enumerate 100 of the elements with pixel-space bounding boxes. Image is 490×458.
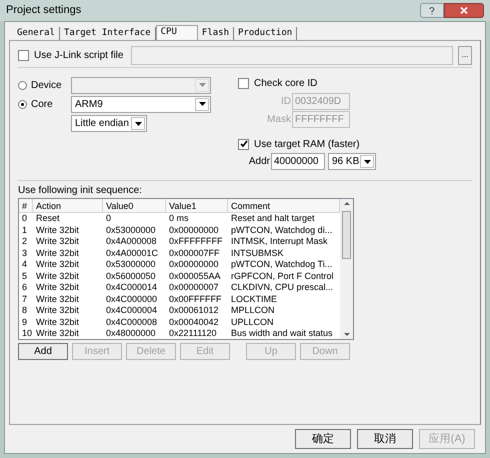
checkbox[interactable] [18,50,29,60]
checkbox-label: Use J-Link script file [34,48,124,62]
checkbox-label: Check core ID [254,76,318,90]
table-cell-text: 0x53000000 [105,259,157,270]
caret-icon [198,102,206,106]
dropdown[interactable]: Little endian [71,115,147,132]
table-cell-text: Write 32bit [35,316,80,328]
tab[interactable]: Flash [198,27,234,40]
table-cell-text: Write 32bit [35,259,80,270]
table-cell-text: 4 [21,259,28,270]
table-cell-text: Bus width and wait status [230,328,334,340]
table-cell-text: 0x4C000000 [105,294,158,305]
script-file-field[interactable] [131,46,453,64]
address-field[interactable]: 40000000 [271,153,325,170]
checkbox[interactable] [238,138,249,150]
table-cell-text: 0x00000000 [168,224,220,236]
vertical-scrollbar[interactable] [340,199,353,339]
table-cell-text: CLKDIVN, CPU prescal... [230,282,334,294]
table-cell-text: 1 [21,224,28,236]
table-cell-text: 7 [21,294,28,305]
table-cell-text: 10 [21,328,33,340]
table-cell-text: 0x48000000 [105,328,157,340]
section-label: Use following init sequence: [18,186,143,196]
table-cell-text: Write 32bit [35,224,80,236]
table-cell-text: 0 [105,213,112,224]
table-cell-text: 8 [21,305,28,316]
tab[interactable]: CPU [156,25,198,40]
radio-button[interactable] [18,100,27,108]
help-button[interactable] [420,3,444,18]
column-header[interactable]: Value1 [166,199,228,212]
table-cell-text: Reset [35,213,61,224]
table-cell-text: INTSUBMSK [230,248,285,259]
table-cell-text: 0x00040042 [168,316,220,328]
table-cell-text: INTMSK, Interrupt Mask [230,236,329,248]
table-cell-text: LOCKTIME [230,294,278,305]
caret-icon [134,122,142,126]
field-label: Addr [248,155,271,169]
push-button[interactable]: Add [18,343,68,360]
table-cell-text: 0x4A00001C [105,248,160,259]
window-title: Project settings [6,3,82,18]
table-cell-text: 9 [21,316,28,328]
column-header[interactable]: Comment [228,199,340,212]
table-cell-text: Write 32bit [35,270,80,282]
table-cell-text: 0x00000007 [168,282,220,294]
table-cell-text: 0x000007FF [168,248,221,259]
push-button[interactable]: 取消 [357,429,413,449]
dropdown[interactable]: 96 KB [328,153,376,170]
column-header[interactable]: Action [33,199,103,212]
table-cell-text: MPLLCON [230,305,276,316]
caret-icon [364,160,370,164]
table-cell-text: pWTCON, Watchdog Ti... [230,259,334,270]
table-cell-text: 0x00061012 [168,305,220,316]
push-button[interactable]: 确定 [295,429,351,449]
field-label: ID [280,94,292,108]
scroll-up-icon [344,202,350,205]
table-cell-text: 0xFFFFFFFF [168,236,224,248]
table-cell-text: 0x00000000 [168,259,220,270]
table-cell-text: Write 32bit [35,282,80,294]
table-cell-text: 3 [21,248,28,259]
table-cell-text: 0 ms [168,213,190,224]
table-cell-text: 0x56000050 [105,270,157,282]
scroll-down-icon [344,333,350,336]
table-cell-text: 0 [21,213,28,224]
scrollbar-thumb[interactable] [342,211,351,259]
table-cell-text: 0x4A000008 [105,236,158,248]
radio-label: Device [31,78,63,92]
table-cell-text: Write 32bit [35,236,80,248]
table-cell-text: 0x4C000008 [105,316,158,328]
column-header[interactable]: Value0 [103,199,166,212]
radio-label: Core [31,98,54,112]
table-cell-text: UPLLCON [230,316,275,328]
table-cell-text: 0x00FFFFFF [168,294,223,305]
caret-icon [198,83,206,87]
table-cell-text: 0x53000000 [105,224,157,236]
tab[interactable]: Production [234,27,298,40]
dropdown[interactable]: ARM9 [71,96,211,112]
table-cell-text: Write 32bit [35,328,80,340]
table-cell-text: Write 32bit [35,305,80,316]
close-icon [460,7,468,14]
field-label: Mask [266,112,292,126]
table-cell-text: 2 [21,236,28,248]
table-cell-text: 5 [21,270,28,282]
table-cell-text: 6 [21,282,28,294]
table-cell-text: 0x22111120 [168,328,218,340]
table-cell-text: Write 32bit [35,248,80,259]
table-cell-text: Reset and halt target [230,213,316,224]
column-header[interactable]: # [19,199,33,212]
tab[interactable]: General [13,27,60,40]
checkbox-label: Use target RAM (faster) [254,138,360,152]
checkbox[interactable] [238,78,249,88]
close-button[interactable] [444,3,484,18]
table-cell-text: Write 32bit [35,294,80,305]
table-cell-text: 0x000055AA [168,270,222,282]
table-cell-text: 0x4C000014 [105,282,158,294]
checkmark-icon [240,140,248,148]
table-cell-text: pWTCON, Watchdog di... [230,224,334,236]
browse-button[interactable]: ... [458,46,472,64]
help-icon [429,6,435,14]
table-cell-text: rGPFCON, Port F Control [230,270,335,282]
table-cell-text: 0x4C000004 [105,305,158,316]
